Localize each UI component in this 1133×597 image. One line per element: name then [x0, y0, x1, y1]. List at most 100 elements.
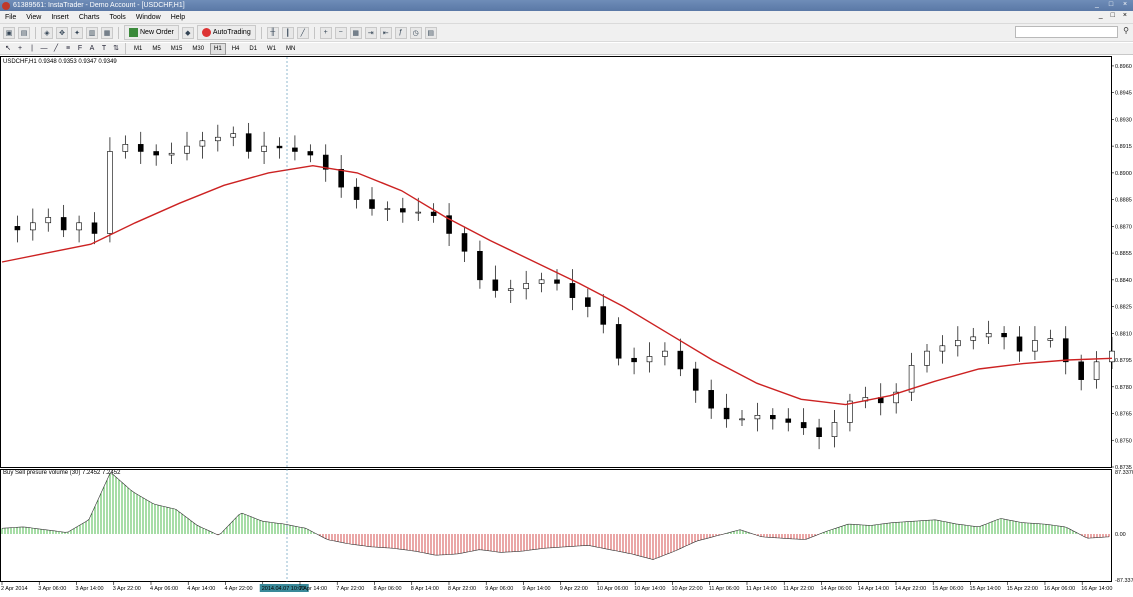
- autotrading-button[interactable]: AutoTrading: [196, 25, 256, 40]
- candle-body: [800, 422, 807, 429]
- fibonacci-icon[interactable]: F: [75, 44, 85, 54]
- crosshair-icon[interactable]: +: [15, 44, 25, 54]
- time-label: 15 Apr 14:00: [969, 586, 1000, 592]
- time-label: 8 Apr 22:00: [448, 586, 476, 592]
- close-button[interactable]: ×: [1121, 1, 1129, 8]
- timeframe-d1[interactable]: D1: [245, 43, 261, 55]
- new-chart-icon[interactable]: ▣: [3, 26, 15, 39]
- chart-window[interactable]: 0.8960 0.8945 0.8930 0.8915 0.8900 0.8885 0.88…: [0, 56, 1133, 597]
- timeframe-m5[interactable]: M5: [148, 43, 164, 55]
- market-watch-icon[interactable]: ◈: [41, 26, 53, 39]
- channel-icon[interactable]: ≡: [63, 44, 73, 54]
- terminal-icon[interactable]: ▥: [86, 26, 98, 39]
- candle-body: [137, 144, 144, 152]
- toolbar-separator: [118, 26, 119, 39]
- timeframe-h4[interactable]: H4: [228, 43, 244, 55]
- strategy-tester-icon[interactable]: ▦: [101, 26, 113, 39]
- price-tick-label: 0.8810: [1115, 331, 1132, 337]
- text-icon[interactable]: A: [87, 44, 97, 54]
- toolbar-separator: [35, 26, 36, 39]
- candle-body: [168, 152, 175, 156]
- meta-editor-icon[interactable]: ◆: [181, 26, 194, 39]
- candle-body: [230, 133, 237, 138]
- chart-shift-icon[interactable]: ⇤: [379, 26, 392, 39]
- templates-icon[interactable]: ▤: [424, 26, 437, 39]
- price-tick-label: 0.8840: [1115, 278, 1132, 284]
- profiles-icon[interactable]: ▤: [18, 26, 30, 39]
- candle-body: [1032, 340, 1038, 352]
- bar-chart-icon[interactable]: ╫: [266, 26, 279, 39]
- navigator-icon[interactable]: ✦: [71, 26, 83, 39]
- time-label: 8 Apr 06:00: [373, 586, 401, 592]
- price-tick-label: 0.8930: [1115, 117, 1132, 123]
- cursor-icon[interactable]: ↖: [3, 44, 13, 54]
- autoscroll-icon[interactable]: ⇥: [364, 26, 377, 39]
- toolbar-separator: [260, 26, 262, 39]
- search-icon[interactable]: ⚲: [1123, 26, 1129, 35]
- menu-insert[interactable]: Insert: [46, 14, 74, 21]
- horizontal-line-icon[interactable]: —: [39, 44, 49, 54]
- candle-body: [430, 211, 437, 216]
- candle-body: [538, 279, 545, 284]
- candle-body: [1093, 361, 1100, 380]
- time-label: 16 Apr 14:00: [1081, 586, 1112, 592]
- zoom-in-icon[interactable]: +: [319, 26, 332, 39]
- timeframe-m30[interactable]: M30: [188, 43, 208, 55]
- time-label: 14 Apr 06:00: [820, 586, 851, 592]
- candle-body: [924, 350, 930, 366]
- autotrading-label: AutoTrading: [212, 29, 251, 36]
- menu-charts[interactable]: Charts: [74, 14, 105, 21]
- indicators-icon[interactable]: ƒ: [394, 26, 407, 39]
- timeframe-m1[interactable]: M1: [130, 43, 146, 55]
- new-order-button[interactable]: New Order: [124, 25, 179, 40]
- candle-body: [307, 151, 314, 156]
- minimize-button[interactable]: _: [1093, 1, 1101, 8]
- tile-windows-icon[interactable]: ▦: [349, 26, 362, 39]
- candle-body: [646, 356, 653, 363]
- chart-header: USDCHF,H1 0.9348 0.9353 0.9347 0.9349: [3, 59, 117, 65]
- time-label: 7 Apr 22:00: [336, 586, 364, 592]
- price-pane[interactable]: [0, 56, 1112, 468]
- mdi-restore-button[interactable]: □: [1111, 12, 1115, 19]
- candle-body: [600, 306, 607, 325]
- candle-body: [30, 222, 36, 231]
- time-label: 3 Apr 22:00: [113, 586, 141, 592]
- candle-body: [615, 324, 622, 359]
- time-label: 10 Apr 22:00: [671, 586, 702, 592]
- indicator-header: Buy Sell presure volume (30) 7.2452 7.24…: [3, 470, 121, 476]
- toolbar-separator: [313, 26, 315, 39]
- time-label: 4 Apr 22:00: [224, 586, 252, 592]
- line-chart-icon[interactable]: ╱: [296, 26, 309, 39]
- label-icon[interactable]: T: [99, 44, 109, 54]
- mdi-controls: _ □ ×: [1099, 12, 1127, 19]
- candle-body: [970, 336, 977, 341]
- timeframe-w1[interactable]: W1: [263, 43, 280, 55]
- time-label: 11 Apr 22:00: [783, 586, 814, 592]
- candle-body: [45, 217, 52, 224]
- trendline-icon[interactable]: ╱: [51, 44, 61, 54]
- arrows-icon[interactable]: ⇅: [111, 44, 121, 54]
- menu-tools[interactable]: Tools: [104, 14, 130, 21]
- timeframe-h1[interactable]: H1: [210, 42, 226, 55]
- mdi-minimize-button[interactable]: _: [1099, 12, 1103, 19]
- candle-body: [631, 357, 637, 363]
- menu-window[interactable]: Window: [131, 14, 166, 21]
- menu-view[interactable]: View: [21, 14, 46, 21]
- timeframe-m15[interactable]: M15: [167, 43, 187, 55]
- vertical-line-icon[interactable]: |: [27, 44, 37, 54]
- zoom-out-icon[interactable]: −: [334, 26, 347, 39]
- time-label: 7 Apr 14:00: [299, 586, 327, 592]
- menu-help[interactable]: Help: [166, 14, 190, 21]
- data-window-icon[interactable]: ✥: [56, 26, 68, 39]
- candlestick-icon[interactable]: ┃: [281, 26, 294, 39]
- search-input[interactable]: [1015, 26, 1118, 38]
- maximize-button[interactable]: □: [1107, 1, 1115, 8]
- candle-body: [477, 251, 483, 281]
- timeframe-mn[interactable]: MN: [282, 43, 299, 55]
- mdi-close-button[interactable]: ×: [1123, 12, 1127, 19]
- periods-icon[interactable]: ◷: [409, 26, 422, 39]
- toolbar-separator: [125, 42, 126, 55]
- price-chart[interactable]: 0.8960 0.8945 0.8930 0.8915 0.8900 0.8885 0.88…: [0, 56, 1133, 597]
- menu-file[interactable]: File: [0, 14, 21, 21]
- candle-body: [507, 288, 514, 291]
